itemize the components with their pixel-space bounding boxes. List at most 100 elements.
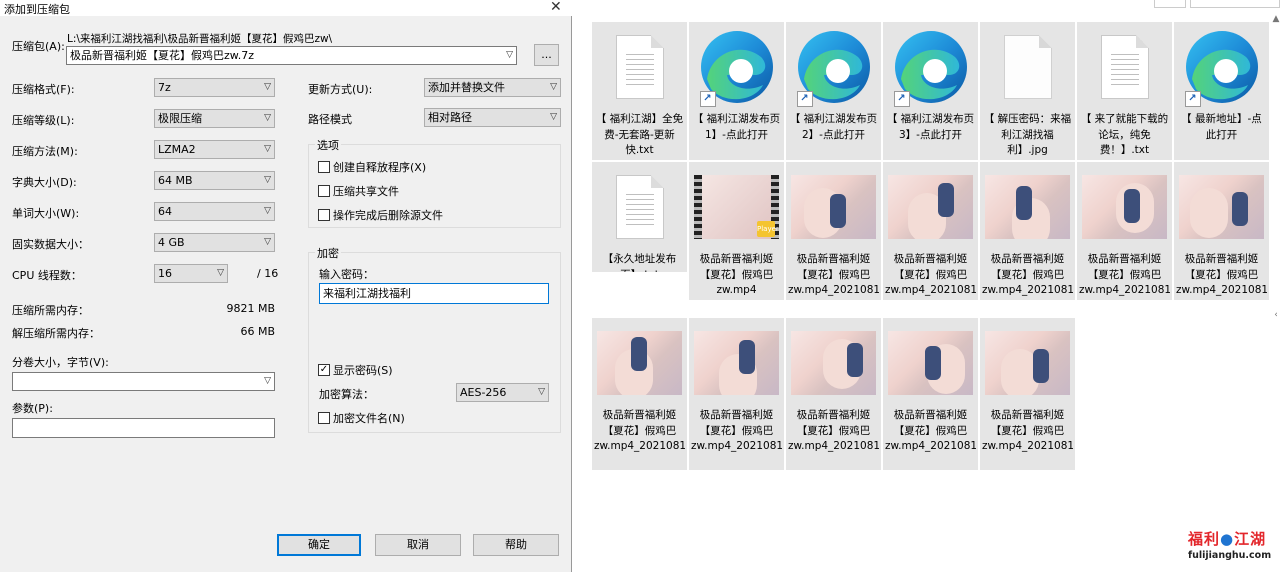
params-input[interactable] bbox=[12, 418, 275, 438]
file-tile[interactable]: 极品新晋福利姬【夏花】假鸡巴zw.mp4_20210815_233410.96.… bbox=[689, 318, 784, 470]
file-explorer: ▲ ‹ 【 福利江湖】全免费-无套路-更新快.txt ↗ 【 福利江湖发布页1】-点… bbox=[572, 0, 1280, 572]
path-mode-combo[interactable]: 相对路径 ▽ bbox=[424, 108, 561, 127]
method-label: 压缩方法(M): bbox=[12, 145, 78, 158]
show-password-label: 显示密码(S) bbox=[333, 364, 393, 377]
threads-value: 16 bbox=[158, 267, 172, 280]
chevron-down-icon: ▽ bbox=[506, 50, 513, 60]
chevron-down-icon: ▽ bbox=[550, 112, 557, 122]
solid-combo[interactable]: 4 GB ▽ bbox=[154, 233, 275, 252]
archive-name-combo[interactable]: 极品新晋福利姬【夏花】假鸡巴zw.7z ▽ bbox=[66, 46, 517, 65]
search-box[interactable] bbox=[1190, 0, 1280, 8]
file-tile[interactable]: 极品新晋福利姬【夏花】假鸡巴zw.mp4_20210815_233405.12.… bbox=[1077, 162, 1172, 300]
scroll-up-icon[interactable]: ▲ bbox=[1272, 14, 1280, 24]
shortcut-arrow-icon: ↗ bbox=[1184, 91, 1201, 107]
file-tile[interactable]: 极品新晋福利姬【夏花】假鸡巴zw.mp4_20210815_233401.51.… bbox=[883, 162, 978, 300]
chevron-down-icon: ▽ bbox=[264, 376, 271, 386]
watermark-left: 福利 bbox=[1188, 530, 1221, 548]
delete-label: 操作完成后删除源文件 bbox=[333, 209, 443, 222]
shared-checkbox[interactable]: 压缩共享文件 bbox=[318, 183, 399, 199]
cancel-button[interactable]: 取消 bbox=[375, 534, 461, 556]
dict-combo[interactable]: 64 MB ▽ bbox=[154, 171, 275, 190]
file-tile[interactable]: 极品新晋福利姬【夏花】假鸡巴zw.mp4_20210815_233412.45.… bbox=[786, 318, 881, 470]
file-label: 【 福利江湖发布页3】-点此打开 bbox=[886, 113, 975, 141]
file-tile[interactable]: 【 解压密码：来福利江湖找福利】.jpg bbox=[980, 22, 1075, 160]
ok-button[interactable]: 确定 bbox=[277, 534, 361, 556]
sfx-label: 创建自释放程序(X) bbox=[333, 161, 427, 174]
threads-combo[interactable]: 16 ▽ bbox=[154, 264, 228, 283]
file-thumbnail bbox=[980, 318, 1075, 408]
file-label: 极品新晋福利姬【夏花】假鸡巴zw.mp4_20210815_233407.53.… bbox=[1176, 253, 1267, 296]
format-combo[interactable]: 7z ▽ bbox=[154, 78, 275, 97]
format-value: 7z bbox=[158, 81, 171, 94]
file-tile[interactable]: ↗ 【 福利江湖发布页1】-点此打开 bbox=[689, 22, 784, 160]
file-label: 【 福利江湖发布页2】-点此打开 bbox=[789, 113, 878, 141]
file-tile[interactable]: 极品新晋福利姬【夏花】假鸡巴zw.mp4_20210815_233408.66.… bbox=[592, 318, 687, 470]
update-value: 添加并替换文件 bbox=[428, 81, 505, 94]
file-thumbnail bbox=[883, 318, 978, 408]
file-thumbnail: ↗ bbox=[786, 22, 881, 112]
file-thumbnail: ↗ bbox=[1174, 22, 1269, 112]
file-thumbnail bbox=[689, 318, 784, 408]
chevron-down-icon: ▽ bbox=[264, 206, 271, 216]
shortcut-arrow-icon: ↗ bbox=[893, 91, 910, 107]
password-input[interactable]: 来福利江湖找福利 bbox=[319, 283, 549, 304]
file-tile[interactable]: 【永久地址发布页】.txt bbox=[592, 162, 687, 272]
sfx-checkbox[interactable]: 创建自释放程序(X) bbox=[318, 159, 426, 175]
browse-button[interactable]: ... bbox=[534, 44, 559, 66]
file-thumbnail bbox=[1077, 162, 1172, 252]
file-tile[interactable]: Player 极品新晋福利姬【夏花】假鸡巴zw.mp4 bbox=[689, 162, 784, 300]
help-button[interactable]: 帮助 bbox=[473, 534, 559, 556]
file-thumbnail bbox=[786, 162, 881, 252]
file-tile[interactable]: 极品新晋福利姬【夏花】假鸡巴zw.mp4_20210815_233418.25.… bbox=[980, 318, 1075, 470]
level-label: 压缩等级(L): bbox=[12, 114, 75, 127]
file-thumbnail bbox=[592, 318, 687, 408]
video-file-icon: Player bbox=[694, 175, 779, 239]
encrypt-names-label: 加密文件名(N) bbox=[333, 412, 405, 425]
shortcut-arrow-icon: ↗ bbox=[699, 91, 716, 107]
file-label: 【 福利江湖】全免费-无套路-更新快.txt bbox=[595, 113, 684, 156]
enc-method-label: 加密算法： bbox=[319, 388, 374, 401]
file-label: 【永久地址发布页】.txt bbox=[602, 253, 677, 272]
watermark-url: fulijianghu.com bbox=[1188, 550, 1272, 561]
file-tile[interactable]: 【 福利江湖】全免费-无套路-更新快.txt bbox=[592, 22, 687, 160]
checkbox-icon bbox=[318, 209, 330, 221]
photo-thumbnail bbox=[985, 175, 1070, 239]
delete-checkbox[interactable]: 操作完成后删除源文件 bbox=[318, 207, 443, 223]
mouse-icon: ● bbox=[1220, 530, 1235, 548]
file-tile[interactable]: 极品新晋福利姬【夏花】假鸡巴zw.mp4_20210815_233403.84.… bbox=[980, 162, 1075, 300]
close-icon[interactable]: ✕ bbox=[550, 0, 562, 15]
chevron-down-icon: ▽ bbox=[264, 175, 271, 185]
watermark-logo: 福利●江湖 fulijianghu.com bbox=[1188, 528, 1272, 568]
file-label: 【 福利江湖发布页1】-点此打开 bbox=[692, 113, 781, 141]
file-tile[interactable]: ↗ 【 最新地址】-点此打开 bbox=[1174, 22, 1269, 160]
file-thumbnail bbox=[980, 162, 1075, 252]
update-label: 更新方式(U): bbox=[308, 83, 373, 96]
mem-compress-value: 9821 MB bbox=[226, 302, 275, 315]
file-tile[interactable]: 极品新晋福利姬【夏花】假鸡巴zw.mp4_20210815_233407.53.… bbox=[1174, 162, 1269, 300]
word-combo[interactable]: 64 ▽ bbox=[154, 202, 275, 221]
volume-combo[interactable]: ▽ bbox=[12, 372, 275, 391]
checkbox-icon bbox=[318, 185, 330, 197]
dict-value: 64 MB bbox=[158, 174, 193, 187]
file-label: 极品新晋福利姬【夏花】假鸡巴zw.mp4_20210815_233418.25.… bbox=[982, 409, 1073, 452]
method-combo[interactable]: LZMA2 ▽ bbox=[154, 140, 275, 159]
file-tile[interactable]: ↗ 【 福利江湖发布页3】-点此打开 bbox=[883, 22, 978, 160]
file-tile[interactable]: ↗ 【 福利江湖发布页2】-点此打开 bbox=[786, 22, 881, 160]
file-thumbnail bbox=[883, 162, 978, 252]
mem-compress-label: 压缩所需内存： bbox=[12, 304, 89, 317]
file-thumbnail: Player bbox=[689, 162, 784, 252]
enc-method-combo[interactable]: AES-256 ▽ bbox=[456, 383, 549, 402]
chevron-down-icon: ▽ bbox=[538, 387, 545, 397]
file-tile[interactable]: 极品新晋福利姬【夏花】假鸡巴zw.mp4_20210815_233357.52.… bbox=[786, 162, 881, 300]
show-password-checkbox[interactable]: ✓ 显示密码(S) bbox=[318, 362, 393, 378]
refresh-button[interactable] bbox=[1154, 0, 1186, 8]
encrypt-names-checkbox[interactable]: 加密文件名(N) bbox=[318, 410, 405, 426]
chevron-down-icon: ▽ bbox=[264, 237, 271, 247]
file-tile[interactable]: 极品新晋福利姬【夏花】假鸡巴zw.mp4_20210815_233415.12.… bbox=[883, 318, 978, 470]
file-tile[interactable]: 【 来了就能下载的论坛，纯免费！】.txt bbox=[1077, 22, 1172, 160]
update-combo[interactable]: 添加并替换文件 ▽ bbox=[424, 78, 561, 97]
level-combo[interactable]: 极限压缩 ▽ bbox=[154, 109, 275, 128]
file-label: 【 来了就能下载的论坛，纯免费！】.txt bbox=[1080, 113, 1169, 156]
mem-decompress-value: 66 MB bbox=[240, 325, 275, 338]
file-thumbnail bbox=[786, 318, 881, 408]
